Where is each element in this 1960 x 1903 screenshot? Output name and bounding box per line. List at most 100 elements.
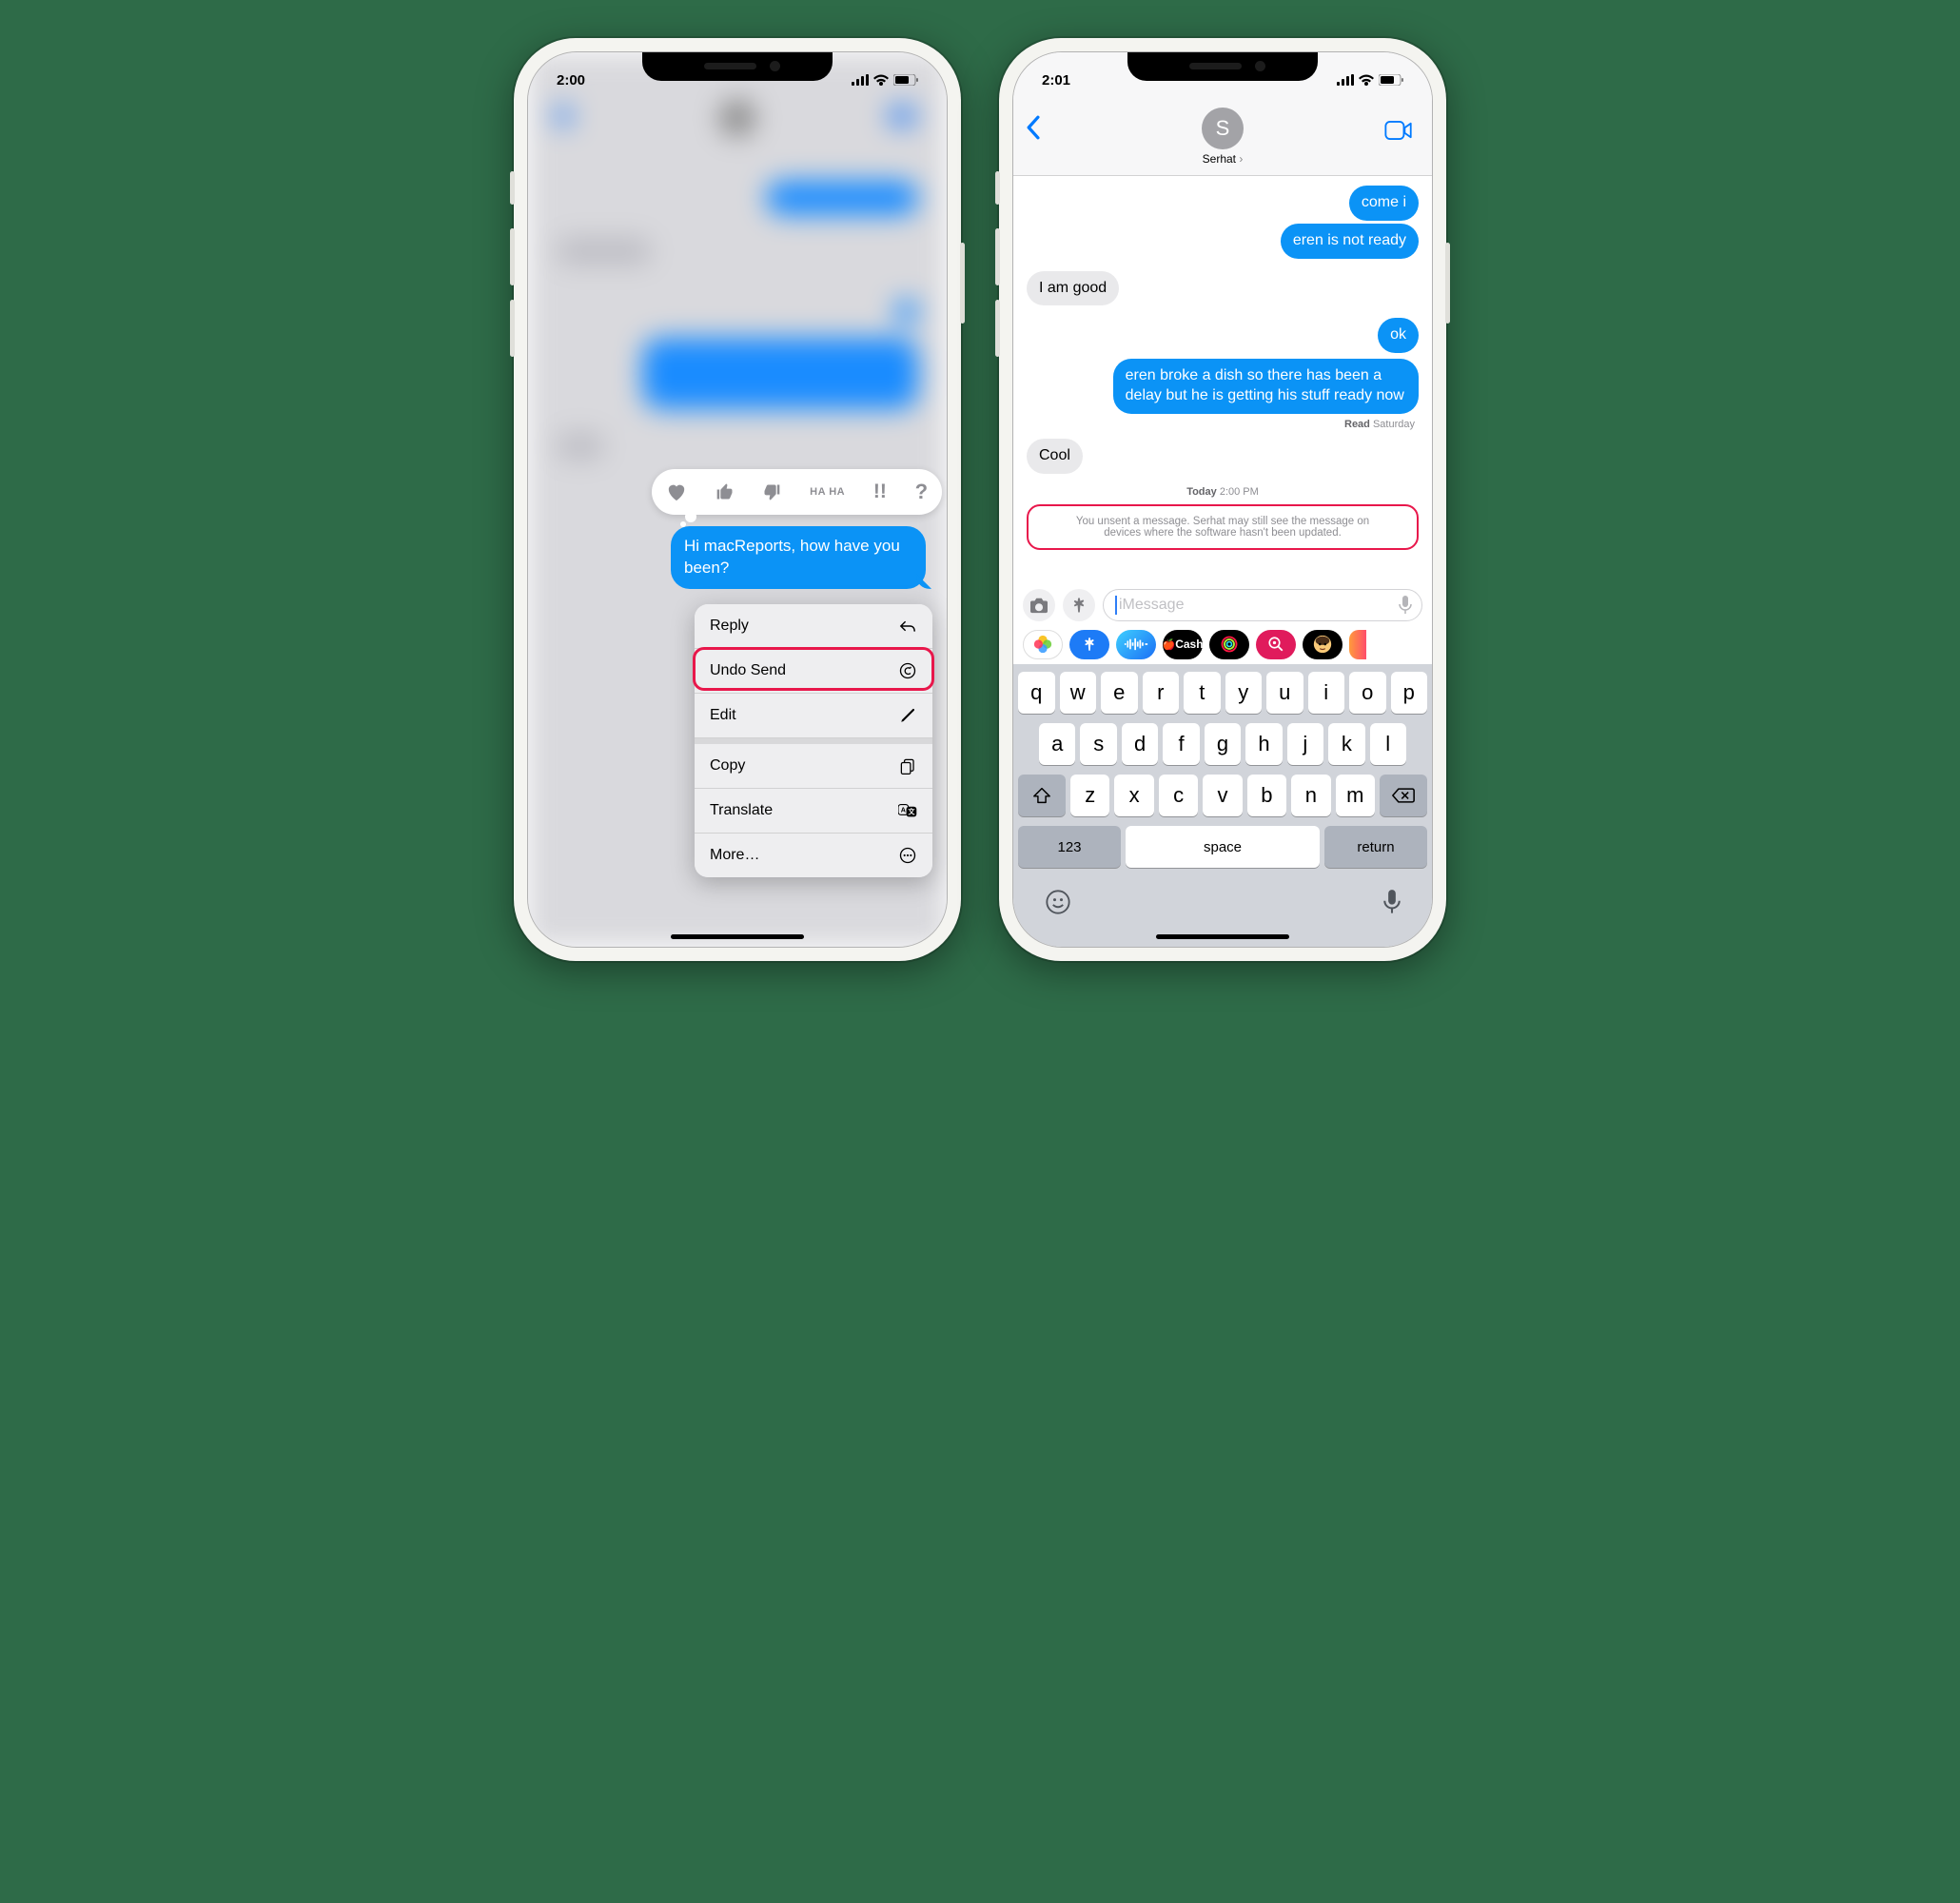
translate-icon: A文 (898, 801, 917, 820)
copy-icon (898, 756, 917, 775)
keyboard-footer (1018, 877, 1427, 942)
app-audio[interactable] (1116, 630, 1156, 659)
menu-undo-send[interactable]: Undo Send (695, 649, 932, 694)
key-c[interactable]: c (1159, 775, 1198, 816)
app-cash-label: Cash (1175, 638, 1203, 651)
sent-message[interactable]: eren broke a dish so there has been a de… (1113, 359, 1419, 414)
key-u[interactable]: u (1266, 672, 1303, 714)
edit-icon (898, 706, 917, 725)
app-store[interactable] (1069, 630, 1109, 659)
key-p[interactable]: p (1391, 672, 1428, 714)
menu-more[interactable]: More… (695, 834, 932, 877)
menu-translate[interactable]: Translate A文 (695, 789, 932, 834)
camera-button[interactable] (1023, 589, 1055, 621)
facetime-button[interactable] (1384, 121, 1413, 140)
tapback-heart[interactable] (666, 482, 687, 501)
key-q[interactable]: q (1018, 672, 1055, 714)
received-message[interactable]: I am good (1027, 271, 1119, 306)
imessage-app-strip[interactable]: 🍎Cash (1013, 624, 1432, 664)
key-r[interactable]: r (1143, 672, 1180, 714)
phone-left: 2:00 (514, 38, 961, 961)
menu-translate-label: Translate (710, 802, 773, 819)
key-h[interactable]: h (1245, 723, 1282, 765)
svg-text:A: A (901, 806, 906, 814)
wifi-icon (873, 74, 889, 86)
key-y[interactable]: y (1225, 672, 1263, 714)
key-z[interactable]: z (1070, 775, 1109, 816)
key-a[interactable]: a (1039, 723, 1075, 765)
text-cursor (1115, 596, 1117, 615)
key-b[interactable]: b (1247, 775, 1286, 816)
home-indicator[interactable] (1156, 934, 1289, 939)
app-store-button[interactable] (1063, 589, 1095, 621)
back-button[interactable] (1025, 115, 1041, 140)
menu-reply-label: Reply (710, 618, 749, 635)
app-findmy[interactable] (1256, 630, 1296, 659)
app-fitness[interactable] (1209, 630, 1249, 659)
tapback-thumbs-up[interactable] (715, 482, 735, 501)
key-k[interactable]: k (1328, 723, 1364, 765)
key-l[interactable]: l (1370, 723, 1406, 765)
received-message[interactable]: Cool (1027, 439, 1083, 474)
dictation-button[interactable] (1383, 890, 1401, 914)
message-input[interactable]: iMessage (1103, 589, 1422, 621)
key-m[interactable]: m (1336, 775, 1375, 816)
contact-name[interactable]: Serhat (1203, 152, 1244, 166)
message-list[interactable]: come i eren is not ready I am good ok er… (1013, 176, 1432, 588)
sent-message[interactable]: come i (1349, 186, 1419, 221)
app-more[interactable] (1349, 630, 1366, 659)
key-return[interactable]: return (1324, 826, 1427, 868)
key-t[interactable]: t (1184, 672, 1221, 714)
key-g[interactable]: g (1205, 723, 1241, 765)
key-j[interactable]: j (1287, 723, 1323, 765)
key-n[interactable]: n (1291, 775, 1330, 816)
menu-more-label: More… (710, 847, 759, 864)
compose-bar: iMessage (1013, 584, 1432, 626)
status-icons (1337, 74, 1403, 86)
key-d[interactable]: d (1122, 723, 1158, 765)
emoji-button[interactable] (1045, 889, 1071, 915)
key-e[interactable]: e (1101, 672, 1138, 714)
key-w[interactable]: w (1060, 672, 1097, 714)
sent-message[interactable]: eren is not ready (1281, 224, 1419, 259)
app-memoji[interactable] (1303, 630, 1343, 659)
keyboard-row-3: z x c v b n m (1018, 775, 1427, 816)
app-apple-cash[interactable]: 🍎Cash (1163, 630, 1203, 659)
svg-text:文: 文 (907, 808, 915, 816)
more-icon (898, 846, 917, 865)
key-x[interactable]: x (1114, 775, 1153, 816)
key-i[interactable]: i (1308, 672, 1345, 714)
keyboard-row-2: a s d f g h j k l (1018, 723, 1427, 765)
read-receipt: Read Saturday (1027, 419, 1415, 430)
sent-message[interactable]: ok (1378, 318, 1419, 353)
status-time: 2:01 (1042, 72, 1070, 88)
key-space[interactable]: space (1126, 826, 1320, 868)
contact-avatar[interactable]: S (1202, 108, 1244, 149)
home-indicator[interactable] (671, 934, 804, 939)
key-shift[interactable] (1018, 775, 1066, 816)
undo-send-icon (898, 661, 917, 680)
input-placeholder: iMessage (1119, 597, 1184, 614)
keyboard: q w e r t y u i o p a s d f g h j k l (1013, 664, 1432, 947)
key-numbers[interactable]: 123 (1018, 826, 1121, 868)
menu-reply[interactable]: Reply (695, 604, 932, 649)
key-s[interactable]: s (1080, 723, 1116, 765)
notch (642, 52, 833, 81)
message-context-menu: Reply Undo Send Edit (695, 604, 932, 877)
app-photos[interactable] (1023, 630, 1063, 659)
selected-message-bubble[interactable]: Hi macReports, how have you been? (671, 526, 926, 589)
tapback-question[interactable]: ? (915, 480, 928, 504)
menu-copy-label: Copy (710, 757, 745, 775)
menu-copy[interactable]: Copy (695, 744, 932, 789)
key-o[interactable]: o (1349, 672, 1386, 714)
menu-edit[interactable]: Edit (695, 694, 932, 738)
key-delete[interactable] (1380, 775, 1427, 816)
annotation-highlight-unsent: You unsent a message. Serhat may still s… (1027, 504, 1419, 550)
tapback-haha[interactable]: HA HA (810, 487, 845, 498)
key-f[interactable]: f (1163, 723, 1199, 765)
status-time: 2:00 (557, 72, 585, 88)
key-v[interactable]: v (1203, 775, 1242, 816)
dictation-icon[interactable] (1399, 596, 1412, 615)
tapback-exclaim[interactable]: !! (873, 481, 887, 503)
tapback-thumbs-down[interactable] (762, 482, 781, 501)
